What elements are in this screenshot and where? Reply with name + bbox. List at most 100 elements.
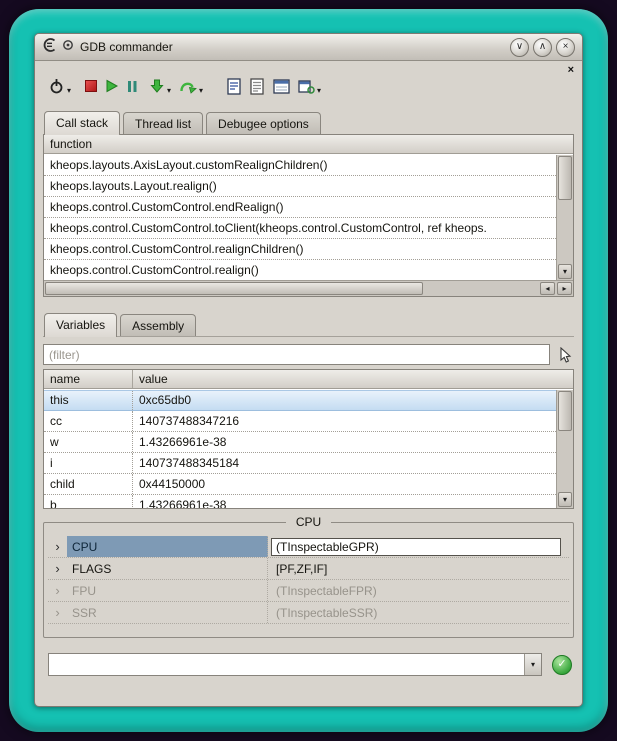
stack-frame-row[interactable]: kheops.control.CustomControl.endRealign(… [44,197,556,218]
cpu-register-row[interactable]: › FPU (TInspectableFPR) [48,580,569,602]
scrollbar-thumb[interactable] [558,391,572,431]
register-group-name: FPU [67,580,268,601]
scrollbar-track[interactable] [424,281,539,296]
command-row: ▾ ✓ [48,653,572,676]
gdb-commander-window: GDB commander ∨ ∧ × × ▾ ▾ ▾ [34,33,583,707]
callstack-vertical-scrollbar[interactable]: ▾ [556,155,573,280]
variable-value: 1.43266961e-38 [133,495,556,508]
callstack-list: kheops.layouts.AxisLayout.customRealignC… [44,155,556,280]
dock-close-button[interactable]: × [568,64,574,76]
check-icon: ✓ [557,659,566,670]
show-memory-button[interactable] [273,74,290,98]
maximize-button[interactable]: ∧ [533,38,552,57]
register-group-name: FLAGS [67,558,268,579]
cpu-register-row[interactable]: › CPU (TInspectableGPR) [48,536,569,558]
show-windows-button[interactable] [298,74,315,98]
stack-frame-row[interactable]: kheops.layouts.AxisLayout.customRealignC… [44,155,556,176]
step-over-dropdown-icon[interactable]: ▾ [199,86,203,95]
variable-row[interactable]: this 0xc65db0 [44,390,556,411]
variables-tabbar: Variables Assembly [35,313,582,336]
register-group-name: SSR [67,602,268,623]
variable-value: 0xc65db0 [133,391,556,410]
tab-thread-list[interactable]: Thread list [123,112,203,134]
stack-frame-row[interactable]: kheops.control.CustomControl.realign() [44,260,556,280]
register-group-value: (TInspectableFPR) [268,584,569,598]
variable-row[interactable]: cc 140737488347216 [44,411,556,432]
scrollbar-track[interactable] [557,201,573,263]
window-title: GDB commander [80,40,506,54]
stack-frame-row[interactable]: kheops.control.CustomControl.toClient(kh… [44,218,556,239]
show-output-button[interactable] [250,74,265,98]
stack-frame-row[interactable]: kheops.control.CustomControl.realignChil… [44,239,556,260]
register-group-value: (TInspectableSSR) [268,606,569,620]
command-input[interactable] [49,654,524,675]
expand-icon[interactable]: › [48,540,67,553]
tab-debugee-options[interactable]: Debugee options [206,112,321,134]
step-into-dropdown-icon[interactable]: ▾ [167,86,171,95]
variable-row[interactable]: i 140737488345184 [44,453,556,474]
close-button[interactable]: × [556,38,575,57]
column-header-function[interactable]: function [44,135,573,153]
tabpage-edge [43,336,574,337]
tab-assembly[interactable]: Assembly [120,314,196,336]
callstack-horizontal-scrollbar[interactable]: ◂ ▸ [44,280,573,296]
scroll-down-icon[interactable]: ▾ [558,492,572,507]
variable-value: 140737488347216 [133,411,556,431]
variable-name: this [44,391,133,410]
debug-toolbar: ▾ ▾ ▾ [35,61,582,101]
variable-name: child [44,474,133,494]
variable-row[interactable]: b 1.43266961e-38 [44,495,556,508]
callstack-header: function [44,135,573,154]
variables-list: this 0xc65db0 cc 140737488347216 w 1.432… [44,390,556,508]
register-group-value: [PF,ZF,IF] [268,562,569,576]
cpu-register-row[interactable]: › FLAGS [PF,ZF,IF] [48,558,569,580]
app-icon [42,37,58,58]
call-stack-panel: function kheops.layouts.AxisLayout.custo… [43,134,574,297]
stop-button[interactable] [85,74,97,98]
pin-icon[interactable] [62,38,74,56]
variable-row[interactable]: w 1.43266961e-38 [44,432,556,453]
variables-panel: name value this 0xc65db0 cc 140737488347… [43,369,574,509]
column-header-value[interactable]: value [133,370,573,388]
stop-icon [85,80,97,92]
variable-name: b [44,495,133,508]
power-dropdown-icon[interactable]: ▾ [67,86,71,95]
expand-icon[interactable]: › [48,562,67,575]
cpu-register-row[interactable]: › SSR (TInspectableSSR) [48,602,569,624]
scrollbar-thumb[interactable] [45,282,423,295]
variable-value: 0x44150000 [133,474,556,494]
show-source-button[interactable] [227,74,242,98]
scroll-down-icon[interactable]: ▾ [558,264,572,279]
command-combobox[interactable]: ▾ [48,653,542,676]
register-value-editor[interactable]: (TInspectableGPR) [271,538,561,556]
variable-name: cc [44,411,133,431]
variable-row[interactable]: child 0x44150000 [44,474,556,495]
scroll-left-icon[interactable]: ◂ [540,282,555,295]
expand-icon[interactable]: › [48,606,67,619]
scroll-right-icon[interactable]: ▸ [557,282,572,295]
windows-dropdown-icon[interactable]: ▾ [317,86,321,95]
pause-button[interactable] [125,74,139,98]
step-into-button[interactable] [149,74,165,98]
filter-row [43,344,574,365]
scrollbar-thumb[interactable] [558,156,572,200]
scrollbar-track[interactable] [557,432,573,491]
tab-call-stack[interactable]: Call stack [44,111,120,135]
column-header-name[interactable]: name [44,370,133,388]
callstack-tabbar: Call stack Thread list Debugee options [35,111,582,134]
run-button[interactable] [103,74,119,98]
tab-variables[interactable]: Variables [44,313,117,337]
mouse-pointer-icon[interactable] [556,346,574,364]
variables-vertical-scrollbar[interactable]: ▾ [556,390,573,508]
stack-frame-row[interactable]: kheops.layouts.Layout.realign() [44,176,556,197]
filter-input[interactable] [43,344,550,365]
shade-button[interactable]: ∨ [510,38,529,57]
expand-icon[interactable]: › [48,584,67,597]
power-button[interactable] [48,74,65,98]
combo-dropdown-icon[interactable]: ▾ [524,654,541,675]
execute-button[interactable]: ✓ [552,655,572,675]
titlebar[interactable]: GDB commander ∨ ∧ × [35,34,582,61]
variable-name: w [44,432,133,452]
variable-name: i [44,453,133,473]
step-over-button[interactable] [179,74,197,98]
